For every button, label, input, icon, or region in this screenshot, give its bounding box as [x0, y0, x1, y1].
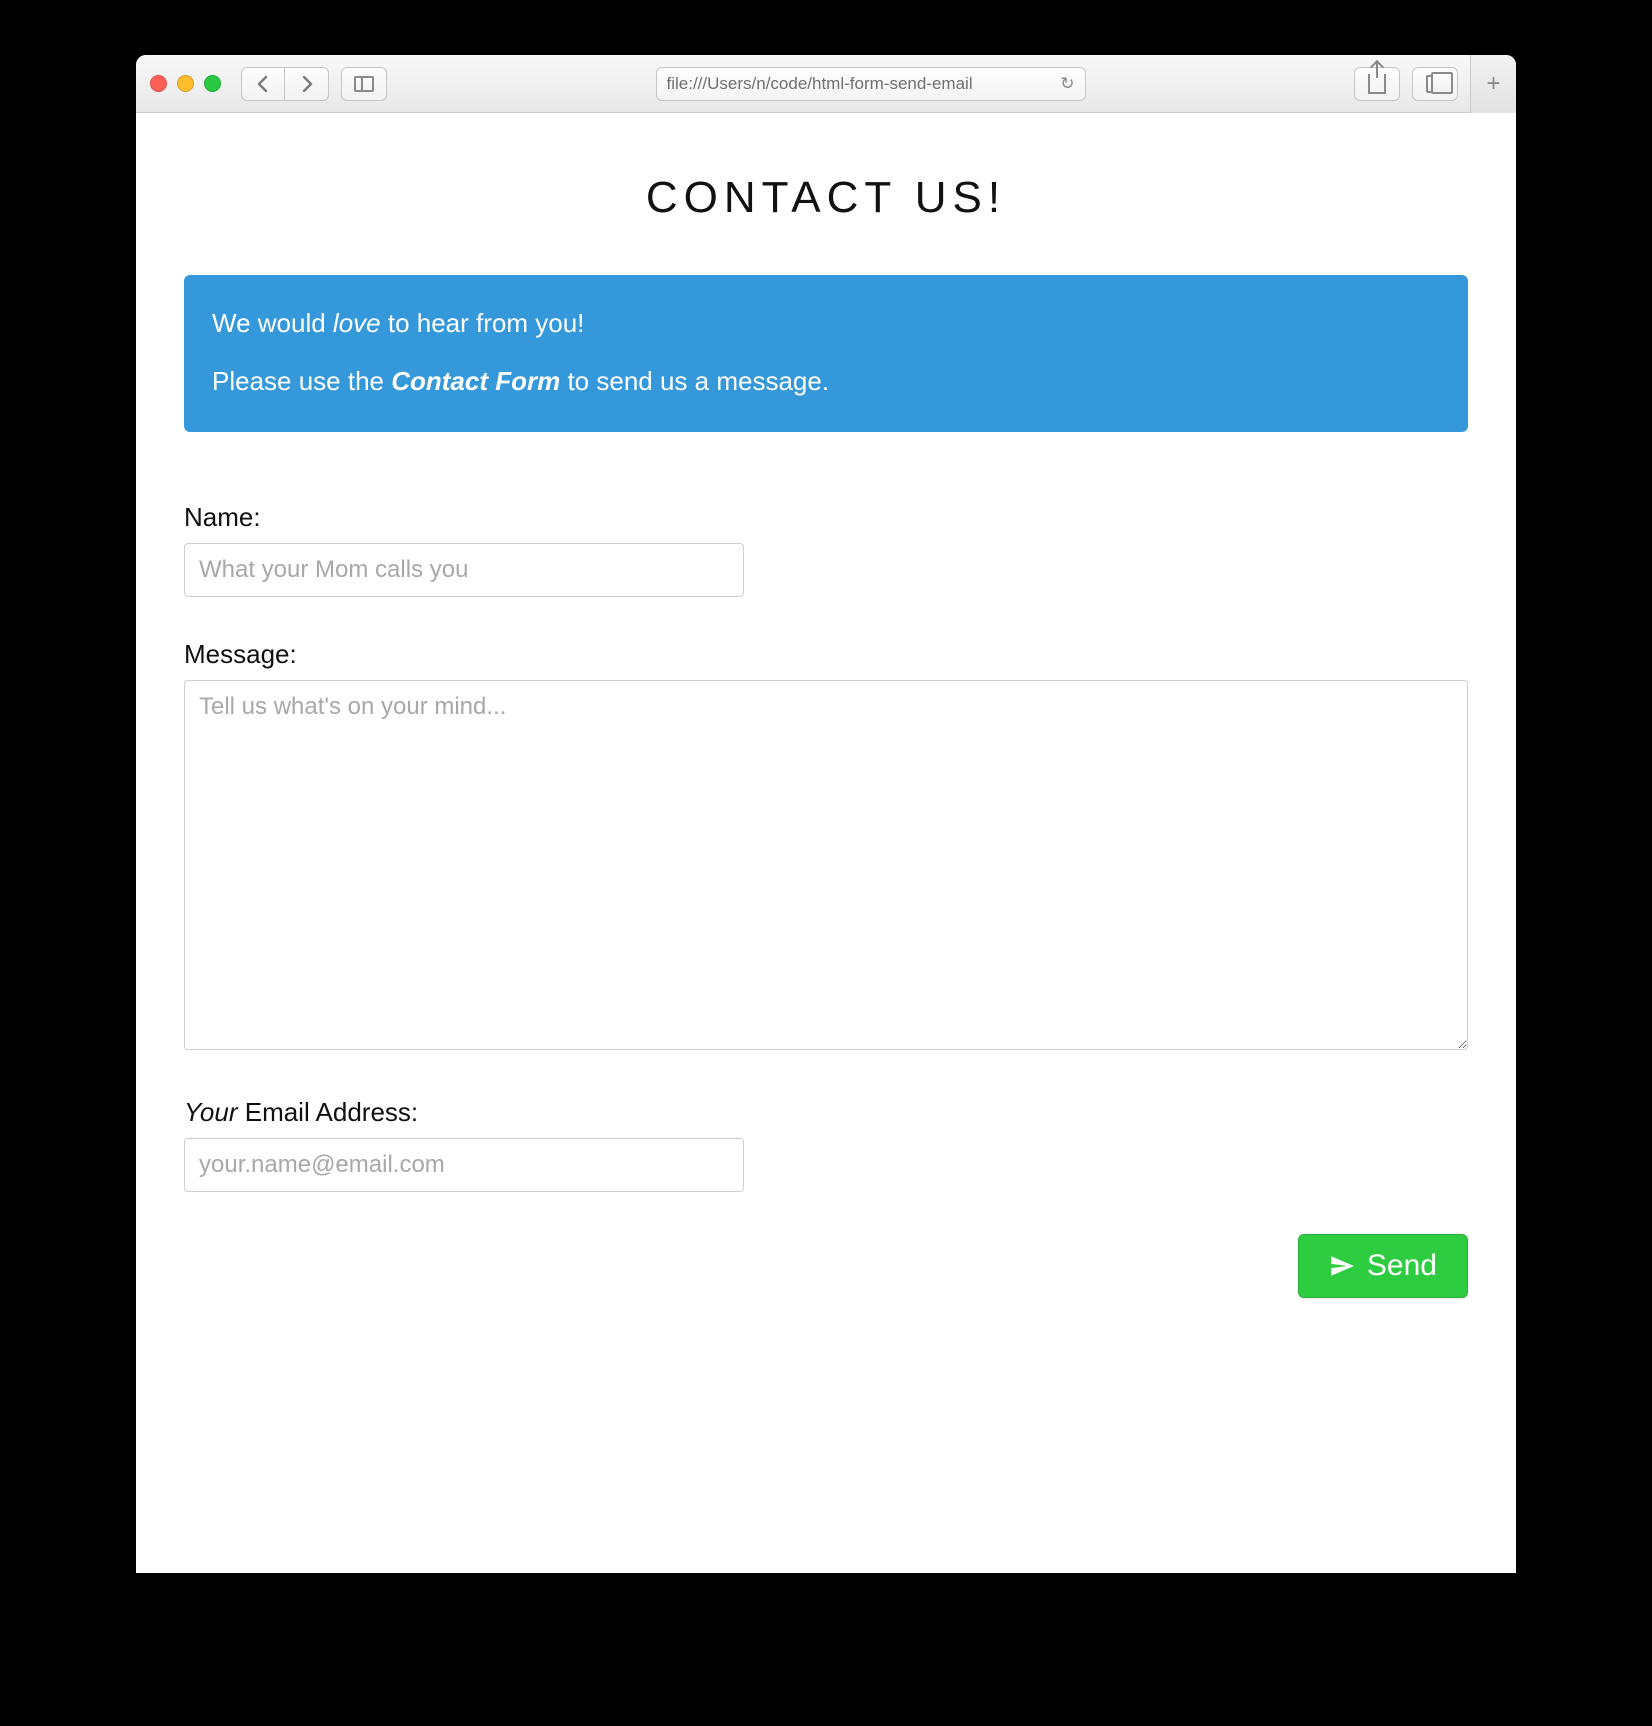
banner-text: Please use the [212, 366, 391, 396]
address-bar-wrap: file:///Users/n/code/html-form-send-emai… [399, 67, 1342, 101]
new-tab-button[interactable]: + [1470, 55, 1516, 113]
banner-strong: Contact Form [391, 366, 560, 396]
banner-text: to hear from you! [381, 308, 585, 338]
share-button[interactable] [1354, 67, 1400, 101]
email-field: Your Email Address: [184, 1097, 1468, 1192]
page-content: CONTACT US! We would love to hear from y… [136, 113, 1516, 1573]
chevron-right-icon [301, 76, 313, 92]
banner-text: to send us a message. [560, 366, 829, 396]
sidebar-toggle-button[interactable] [341, 67, 387, 101]
send-button[interactable]: Send [1298, 1234, 1468, 1298]
url-text: file:///Users/n/code/html-form-send-emai… [667, 74, 1055, 94]
page-title: CONTACT US! [184, 173, 1468, 223]
share-icon [1368, 74, 1386, 94]
nav-buttons [241, 67, 329, 101]
banner-line-2: Please use the Contact Form to send us a… [212, 361, 1440, 401]
minimize-window-button[interactable] [177, 75, 194, 92]
email-label-em: Your [184, 1097, 238, 1127]
email-label: Your Email Address: [184, 1097, 1468, 1128]
banner-line-1: We would love to hear from you! [212, 303, 1440, 343]
forward-button[interactable] [285, 67, 329, 101]
back-button[interactable] [241, 67, 285, 101]
reload-icon[interactable]: ↻ [1060, 74, 1074, 94]
message-input[interactable] [184, 680, 1468, 1050]
chevron-left-icon [257, 76, 269, 92]
browser-toolbar: file:///Users/n/code/html-form-send-emai… [136, 55, 1516, 113]
email-input[interactable] [184, 1138, 744, 1192]
tabs-icon [1426, 75, 1444, 93]
window-controls [150, 75, 221, 92]
name-field: Name: [184, 502, 1468, 597]
banner-em: love [333, 308, 381, 338]
fullscreen-window-button[interactable] [204, 75, 221, 92]
paper-plane-icon [1329, 1253, 1355, 1279]
browser-window: file:///Users/n/code/html-form-send-emai… [136, 55, 1516, 1573]
toolbar-right: + [1354, 67, 1502, 101]
tabs-button[interactable] [1412, 67, 1458, 101]
send-button-label: Send [1367, 1249, 1437, 1283]
name-input[interactable] [184, 543, 744, 597]
sidebar-icon [354, 76, 374, 92]
address-bar[interactable]: file:///Users/n/code/html-form-send-emai… [656, 67, 1086, 101]
message-label: Message: [184, 639, 1468, 670]
name-label: Name: [184, 502, 1468, 533]
banner-text: We would [212, 308, 333, 338]
form-actions: Send [184, 1234, 1468, 1298]
close-window-button[interactable] [150, 75, 167, 92]
message-field: Message: [184, 639, 1468, 1055]
info-banner: We would love to hear from you! Please u… [184, 275, 1468, 432]
email-label-text: Email Address: [238, 1097, 419, 1127]
